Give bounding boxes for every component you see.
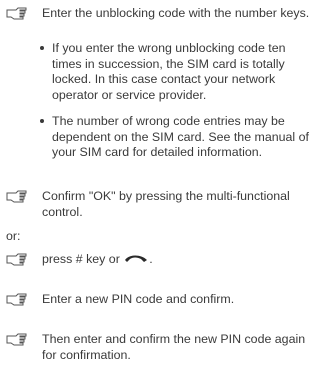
- pointing-hand-icon: [6, 332, 28, 346]
- instruction-step: Then enter and confirm the new PIN code …: [6, 332, 314, 363]
- step-text-part: press # key or: [42, 252, 124, 267]
- step-text: Enter a new PIN code and confirm.: [42, 292, 235, 306]
- bullet-text: If you enter the wrong unblocking code t…: [52, 41, 286, 102]
- instruction-step: Enter a new PIN code and confirm.: [6, 292, 314, 308]
- note-bullet: The number of wrong code entries may be …: [40, 114, 316, 161]
- bullet-dot: [40, 46, 44, 50]
- step-text: Then enter and confirm the new PIN code …: [42, 332, 306, 362]
- pointing-hand-icon: [6, 189, 28, 203]
- or-label: or:: [6, 229, 21, 243]
- note-bullet: If you enter the wrong unblocking code t…: [40, 41, 316, 103]
- pointing-hand-icon: [6, 6, 28, 20]
- instruction-step: press # key or .: [6, 252, 314, 268]
- step-text: press # key or .: [42, 252, 153, 268]
- bullet-text: The number of wrong code entries may be …: [52, 114, 309, 159]
- step-text: Confirm "OK" by pressing the multi-funct…: [42, 189, 290, 219]
- end-call-key-icon: [123, 252, 149, 268]
- pointing-hand-icon: [6, 292, 28, 306]
- instruction-step: Enter the unblocking code with the numbe…: [6, 6, 314, 22]
- step-text: Enter the unblocking code with the numbe…: [42, 6, 310, 20]
- pointing-hand-icon: [6, 252, 28, 266]
- bullet-dot: [40, 119, 44, 123]
- instruction-step: Confirm "OK" by pressing the multi-funct…: [6, 189, 314, 220]
